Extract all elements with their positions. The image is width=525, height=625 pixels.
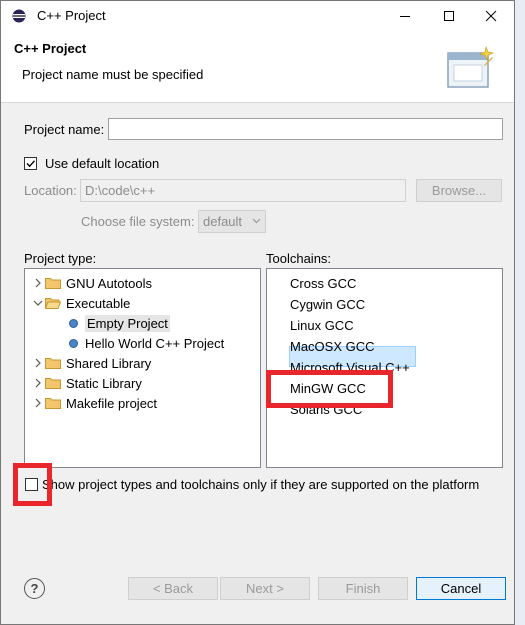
use-default-location-label: Use default location [45,156,160,171]
finish-button[interactable]: Finish [318,577,408,600]
annotation-highlight-mingw [266,370,393,408]
minimize-icon [400,16,410,17]
project-type-label: Project type: [24,251,97,266]
wizard-page-title: C++ Project [14,41,87,56]
annotation-highlight-checkbox [13,463,52,506]
toolchain-item[interactable]: MacOSX GCC [290,336,375,357]
tree-item-label: GNU Autotools [66,275,152,291]
tree-item-empty-project[interactable]: Empty Project [69,313,170,333]
project-name-label: Project name: [24,122,105,137]
window-title: C++ Project [37,8,106,23]
location-input[interactable]: D:\code\c++ [80,179,406,202]
file-system-select[interactable]: default [198,210,266,233]
chevron-down-icon [252,218,261,224]
maximize-button[interactable] [427,1,471,31]
cancel-button[interactable]: Cancel [416,577,506,600]
wizard-message: Project name must be specified [22,67,204,82]
chevron-right-icon[interactable] [31,353,45,373]
background-editor-strip [515,0,525,625]
folder-icon [45,358,61,369]
tree-item-executable[interactable]: Executable [31,293,130,313]
folder-open-icon [45,298,61,309]
tree-item-label: Hello World C++ Project [85,335,225,351]
filter-supported-label: Show project types and toolchains only i… [42,477,480,492]
folder-icon [45,378,61,389]
maximize-icon [444,11,454,21]
tree-item-label: Executable [66,295,131,311]
checkmark-icon [26,160,36,168]
tree-item-label: Empty Project [85,314,170,332]
chevron-down-icon[interactable] [31,293,45,313]
file-system-label: Choose file system: [81,214,195,229]
tree-item-label: Shared Library [66,355,152,371]
tree-item-gnu-autotools[interactable]: GNU Autotools [31,273,152,293]
toolchain-item[interactable]: Linux GCC [290,315,354,336]
tree-item-makefile-project[interactable]: Makefile project [31,393,157,413]
browse-button[interactable]: Browse... [416,179,502,202]
file-system-value: default [203,214,243,229]
tree-item-static-library[interactable]: Static Library [31,373,142,393]
toolchains-label: Toolchains: [266,251,332,266]
use-default-location-checkbox[interactable] [24,157,37,170]
folder-icon [45,278,61,289]
new-project-dialog: C++ Project C++ Project Project name mus… [0,0,515,625]
template-icon [69,338,78,348]
next-button[interactable]: Next > [220,577,310,600]
location-label: Location: [24,183,77,198]
back-button[interactable]: < Back [128,577,218,600]
close-button[interactable] [469,1,513,31]
chevron-right-icon[interactable] [31,373,45,393]
tree-item-label: Makefile project [66,395,158,411]
minimize-button[interactable] [383,1,427,31]
eclipse-app-icon [12,9,26,23]
toolchains-list[interactable]: Cross GCC Cygwin GCC Linux GCC MacOSX GC… [266,268,503,468]
chevron-right-icon[interactable] [31,273,45,293]
toolchain-item[interactable]: Cygwin GCC [290,294,365,315]
chevron-right-icon[interactable] [31,393,45,413]
template-icon [69,318,78,328]
title-bar: C++ Project [1,1,514,31]
tree-item-label: Static Library [66,375,142,391]
wizard-header: C++ Project Project name must be specifi… [1,31,514,103]
tree-item-hello-world-cpp[interactable]: Hello World C++ Project [69,333,224,353]
new-project-wizard-icon [447,45,495,88]
tree-item-shared-library[interactable]: Shared Library [31,353,151,373]
toolchain-item[interactable]: Cross GCC [290,273,356,294]
folder-icon [45,398,61,409]
project-name-input[interactable] [108,118,503,140]
close-icon [485,10,497,22]
help-icon[interactable]: ? [24,578,45,599]
project-type-tree[interactable]: GNU Autotools Executable Empty Project H… [24,268,261,468]
